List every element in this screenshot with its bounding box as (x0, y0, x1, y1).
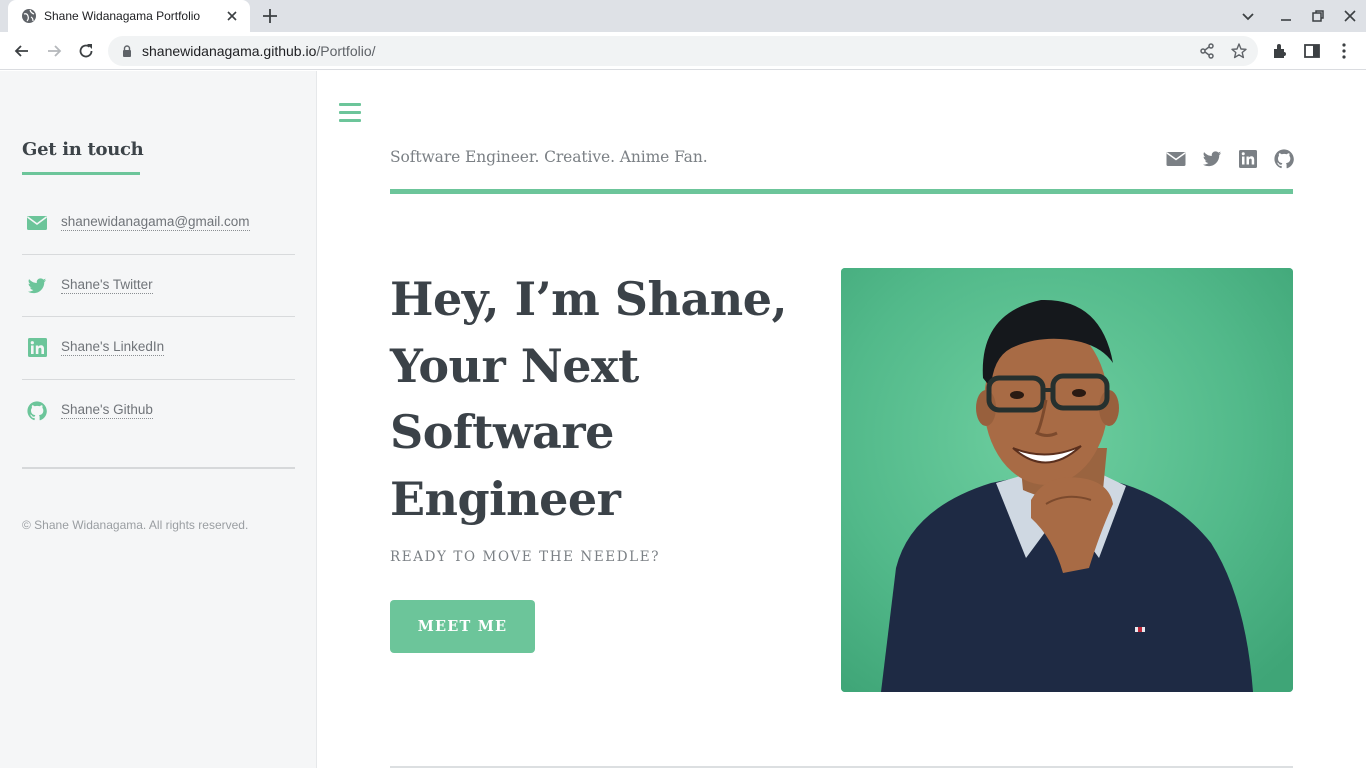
hero-title-line: Your Next (390, 338, 639, 393)
hero-title: Hey, I’m Shane, Your Next Software Engin… (390, 266, 810, 532)
url-path: /Portfolio/ (316, 43, 376, 59)
browser-toolbar: shanewidanagama.github.io/Portfolio/ (0, 32, 1366, 70)
github-icon[interactable] (1274, 149, 1294, 169)
twitter-link[interactable]: Shane's Twitter (61, 277, 153, 294)
tab-title: Shane Widanagama Portfolio (44, 9, 201, 23)
portrait-photo (841, 268, 1293, 692)
linkedin-icon[interactable] (1238, 149, 1258, 169)
hero-title-line: Hey, I’m Shane, (390, 272, 788, 326)
contact-email: shanewidanagama@gmail.com (22, 192, 295, 255)
address-bar[interactable]: shanewidanagama.github.io/Portfolio/ (108, 36, 1258, 66)
sidebar-divider (22, 467, 295, 469)
browser-tab[interactable]: Shane Widanagama Portfolio (8, 0, 250, 32)
meet-me-button[interactable]: MEET ME (390, 600, 535, 653)
url-text[interactable]: shanewidanagama.github.io/Portfolio/ (142, 43, 376, 59)
browser-tabstrip: Shane Widanagama Portfolio (0, 0, 1366, 32)
lock-icon[interactable] (120, 44, 134, 58)
back-icon[interactable] (12, 41, 32, 61)
close-tab-icon[interactable] (224, 8, 240, 24)
hero-subtitle: READY TO MOVE THE NEEDLE? (390, 549, 661, 565)
contact-twitter: Shane's Twitter (22, 255, 295, 317)
github-link[interactable]: Shane's Github (61, 402, 153, 419)
sidebar-heading: Get in touch (22, 139, 144, 160)
share-icon[interactable] (1198, 42, 1216, 60)
minimize-icon[interactable] (1278, 8, 1294, 24)
more-menu-icon[interactable] (1334, 41, 1354, 61)
header-accent-bar (390, 189, 1293, 194)
copyright-text: © Shane Widanagama. All rights reserved. (22, 518, 249, 532)
forward-icon[interactable] (44, 41, 64, 61)
hero-title-line: Engineer (390, 471, 621, 526)
email-link[interactable]: shanewidanagama@gmail.com (61, 214, 250, 231)
envelope-icon[interactable] (1166, 149, 1186, 169)
header-social-icons (1165, 149, 1295, 169)
contact-list: shanewidanagama@gmail.com Shane's Twitte… (22, 192, 295, 442)
close-window-icon[interactable] (1342, 8, 1358, 24)
envelope-icon (27, 216, 47, 230)
github-icon (27, 400, 47, 420)
side-panel-icon[interactable] (1302, 41, 1322, 61)
contact-linkedin: Shane's LinkedIn (22, 317, 295, 380)
heading-underline (22, 172, 140, 175)
hero-title-line: Software (390, 405, 614, 459)
new-tab-icon[interactable] (260, 6, 280, 26)
hamburger-menu-icon[interactable] (339, 103, 361, 123)
globe-icon (22, 9, 36, 23)
url-host: shanewidanagama.github.io (142, 43, 317, 59)
portrait-illustration (841, 268, 1293, 692)
extensions-icon[interactable] (1270, 41, 1290, 61)
bookmark-star-icon[interactable] (1230, 42, 1248, 60)
sidebar: Get in touch shanewidanagama@gmail.com S… (0, 71, 317, 768)
restore-icon[interactable] (1310, 8, 1326, 24)
main-content: Software Engineer. Creative. Anime Fan. … (317, 71, 1366, 768)
tagline: Software Engineer. Creative. Anime Fan. (390, 148, 708, 166)
twitter-icon (27, 277, 47, 293)
linkedin-link[interactable]: Shane's LinkedIn (61, 339, 165, 356)
linkedin-icon (28, 338, 47, 357)
tab-search-icon[interactable] (1240, 8, 1256, 24)
reload-icon[interactable] (76, 41, 96, 61)
page-content: Get in touch shanewidanagama@gmail.com S… (0, 71, 1366, 768)
contact-github: Shane's Github (22, 380, 295, 443)
twitter-icon[interactable] (1202, 149, 1222, 169)
